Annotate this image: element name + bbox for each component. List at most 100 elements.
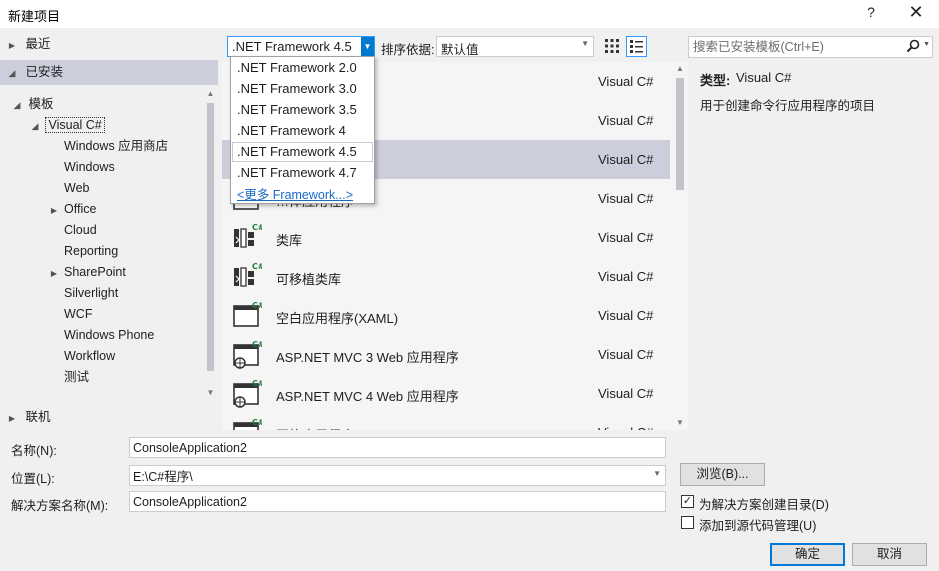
- framework-select-value: .NET Framework 4.5: [232, 39, 352, 54]
- web-app-icon: C#: [232, 339, 265, 369]
- tree-item-label: 最近: [25, 37, 51, 51]
- ok-button[interactable]: 确定: [770, 543, 845, 566]
- tree-item-label: Windows Phone: [64, 328, 155, 342]
- cancel-button[interactable]: 取消: [852, 543, 927, 566]
- template-language: Visual C#: [598, 386, 654, 401]
- tree-item-label: Reporting: [64, 244, 119, 258]
- template-name: ASP.NET MVC 4 Web 应用程序: [276, 389, 459, 404]
- search-input[interactable]: [693, 39, 893, 55]
- svg-text:C#: C#: [252, 340, 262, 349]
- browse-button[interactable]: 浏览(B)...: [680, 463, 765, 486]
- chevron-down-icon[interactable]: ▼: [923, 41, 930, 48]
- template-name: 类库: [276, 233, 303, 248]
- template-language: Visual C#: [598, 347, 654, 362]
- tree-item[interactable]: WCF: [48, 304, 92, 325]
- svg-text:C#: C#: [252, 379, 262, 388]
- template-row[interactable]: C# 类库 Visual C#: [222, 218, 670, 257]
- scroll-down-icon[interactable]: ▼: [673, 416, 687, 430]
- framework-option[interactable]: .NET Framework 4.7: [232, 163, 373, 183]
- grid-app-icon: C#: [232, 417, 265, 430]
- template-language: Visual C#: [598, 308, 654, 323]
- template-row[interactable]: C# ASP.NET MVC 3 Web 应用程序 Visual C#: [222, 335, 670, 374]
- location-label: 位置(L):: [11, 472, 55, 486]
- tree-item[interactable]: Windows 应用商店: [48, 136, 168, 157]
- tree-item[interactable]: Workflow: [48, 346, 115, 367]
- solution-name-label: 解决方案名称(M):: [11, 499, 109, 513]
- tree-scrollbar[interactable]: ▲ ▼: [204, 87, 217, 400]
- source-control-checkbox[interactable]: [681, 516, 694, 529]
- tree-item-recent[interactable]: 最近: [6, 34, 51, 56]
- more-frameworks-link[interactable]: <更多 Framework...>: [237, 184, 353, 203]
- tree-item-label: 已安装: [25, 65, 63, 79]
- solution-name-input[interactable]: [129, 491, 666, 512]
- title-bar: 新建项目 ? ✕: [0, 0, 939, 28]
- tree-item-label: Office: [64, 202, 97, 216]
- tree-item-label: Cloud: [64, 223, 97, 237]
- location-input[interactable]: [130, 466, 645, 485]
- framework-option[interactable]: .NET Framework 3.5: [232, 100, 373, 120]
- framework-option[interactable]: .NET Framework 4: [232, 121, 373, 141]
- tree-item[interactable]: Cloud: [48, 220, 97, 241]
- tree-item-label: Visual C#: [45, 117, 105, 133]
- expand-arrow-icon: [6, 35, 18, 56]
- scroll-up-icon[interactable]: ▲: [204, 87, 217, 101]
- sort-select-value: 默认值: [441, 43, 479, 57]
- tree-item-installed[interactable]: 已安装: [0, 60, 218, 85]
- template-list-scrollbar[interactable]: ▲ ▼: [673, 62, 687, 430]
- create-directory-checkbox[interactable]: ✓: [681, 495, 694, 508]
- framework-option[interactable]: .NET Framework 4.5: [232, 142, 373, 162]
- svg-text:C#: C#: [252, 301, 262, 310]
- template-language: Visual C#: [598, 152, 654, 167]
- tree-item-label: 模板: [28, 97, 54, 111]
- framework-option[interactable]: .NET Framework 2.0: [232, 58, 373, 78]
- sort-label: 排序依据:: [381, 43, 435, 57]
- collapse-arrow-icon: [29, 116, 41, 137]
- template-name: ASP.NET MVC 3 Web 应用程序: [276, 350, 459, 365]
- template-name: 网格应用程序(XAML): [276, 425, 398, 430]
- chevron-down-icon[interactable]: ▼: [361, 37, 374, 56]
- framework-option[interactable]: .NET Framework 3.0: [232, 79, 373, 99]
- tree-item-online[interactable]: 联机: [6, 407, 50, 428]
- scroll-up-icon[interactable]: ▲: [673, 62, 687, 76]
- tree-item-label: Windows: [64, 160, 115, 174]
- help-button[interactable]: ?: [862, 4, 880, 24]
- tree-item[interactable]: Web: [48, 178, 89, 199]
- portable-library-icon: C#: [232, 261, 265, 291]
- template-row[interactable]: C# 空白应用程序(XAML) Visual C#: [222, 296, 670, 335]
- dialog-title: 新建项目: [8, 9, 61, 24]
- template-language: Visual C#: [598, 425, 653, 430]
- chevron-down-icon[interactable]: ▼: [653, 469, 661, 478]
- framework-select[interactable]: .NET Framework 4.5 ▼: [227, 36, 375, 57]
- sort-select[interactable]: 默认值 ▼: [436, 36, 594, 57]
- tree-item-label: 测试: [64, 370, 90, 384]
- grid-view-icon[interactable]: [603, 37, 621, 55]
- scrollbar-thumb[interactable]: [676, 78, 684, 190]
- expand-arrow-icon: [48, 263, 60, 284]
- scrollbar-thumb[interactable]: [207, 103, 214, 371]
- tree-item[interactable]: Windows Phone: [48, 325, 154, 346]
- tree-item-templates[interactable]: 模板: [11, 94, 54, 115]
- template-language: Visual C#: [598, 230, 654, 245]
- tree-item[interactable]: Silverlight: [48, 283, 118, 304]
- scroll-down-icon[interactable]: ▼: [204, 386, 217, 400]
- tree-item[interactable]: Reporting: [48, 241, 118, 262]
- list-view-icon[interactable]: [626, 36, 647, 57]
- close-button[interactable]: ✕: [904, 2, 928, 24]
- tree-item-label: Web: [64, 181, 90, 195]
- tree-item-visual-csharp[interactable]: Visual C#: [29, 115, 105, 136]
- template-row[interactable]: C# 网格应用程序(XAML) Visual C#: [222, 413, 670, 430]
- svg-text:C#: C#: [252, 262, 262, 271]
- search-icon[interactable]: [906, 39, 920, 56]
- tree-item[interactable]: Office: [48, 199, 96, 220]
- blank-app-icon: C#: [232, 300, 265, 330]
- location-combobox: ▼: [129, 465, 666, 486]
- template-row[interactable]: C# 可移植类库 Visual C#: [222, 257, 670, 296]
- template-row[interactable]: C# ASP.NET MVC 4 Web 应用程序 Visual C#: [222, 374, 670, 413]
- tree-item[interactable]: SharePoint: [48, 262, 126, 283]
- tree-item-label: SharePoint: [64, 265, 126, 279]
- create-directory-label: 为解决方案创建目录(D): [699, 498, 829, 512]
- name-label: 名称(N):: [11, 444, 57, 458]
- tree-item[interactable]: 测试: [48, 367, 89, 388]
- name-input[interactable]: [129, 437, 666, 458]
- tree-item[interactable]: Windows: [48, 157, 115, 178]
